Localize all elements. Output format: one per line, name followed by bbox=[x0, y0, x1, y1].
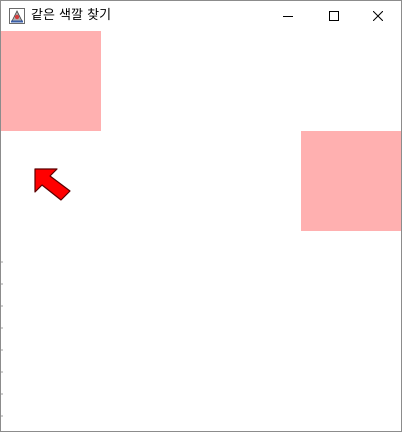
left-edge-marks bbox=[1, 261, 3, 431]
color-board bbox=[1, 31, 401, 431]
app-window: 같은 색깔 찾기 bbox=[0, 0, 402, 432]
color-tile-r0-c0[interactable] bbox=[1, 31, 101, 131]
color-tile-r1-c1[interactable] bbox=[101, 131, 201, 231]
color-tile-r2-c0[interactable] bbox=[1, 231, 101, 331]
window-title: 같은 색깔 찾기 bbox=[31, 8, 112, 23]
color-tile-r3-c3[interactable] bbox=[301, 331, 401, 431]
color-tile-r0-c3[interactable] bbox=[301, 31, 401, 131]
color-tile-r0-c2[interactable] bbox=[201, 31, 301, 131]
minimize-button[interactable] bbox=[265, 1, 311, 31]
close-icon bbox=[373, 11, 383, 21]
color-tile-r3-c2[interactable] bbox=[201, 331, 301, 431]
color-tile-r3-c1[interactable] bbox=[101, 331, 201, 431]
color-tile-r2-c3[interactable] bbox=[301, 231, 401, 331]
java-app-icon bbox=[9, 8, 25, 24]
color-tile-r2-c2[interactable] bbox=[201, 231, 301, 331]
color-tile-r1-c0[interactable] bbox=[1, 131, 101, 231]
minimize-icon bbox=[283, 16, 293, 17]
title-bar[interactable]: 같은 색깔 찾기 bbox=[1, 1, 401, 31]
color-tile-r0-c1[interactable] bbox=[101, 31, 201, 131]
color-tile-r3-c0[interactable] bbox=[1, 331, 101, 431]
color-tile-r1-c2[interactable] bbox=[201, 131, 301, 231]
color-tile-r1-c3[interactable] bbox=[301, 131, 401, 231]
close-button[interactable] bbox=[355, 1, 401, 31]
maximize-button[interactable] bbox=[311, 1, 357, 31]
maximize-icon bbox=[329, 11, 339, 21]
color-tile-r2-c1[interactable] bbox=[101, 231, 201, 331]
